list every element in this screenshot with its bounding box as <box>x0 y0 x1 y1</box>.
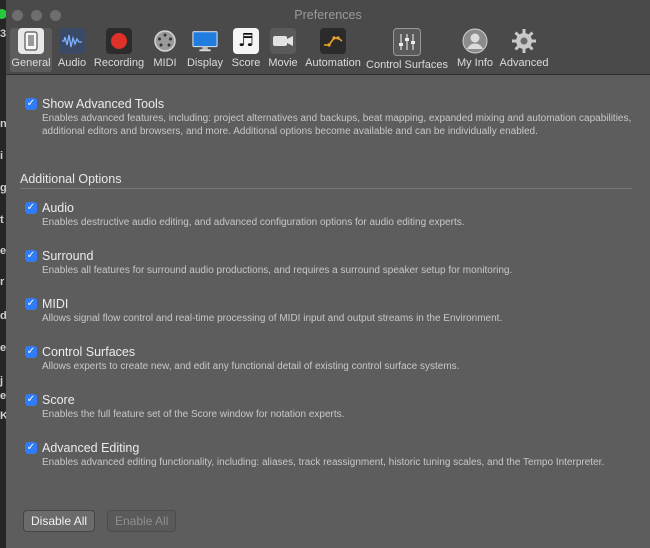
option-description: Allows experts to create new, and edit a… <box>42 361 460 372</box>
control-surfaces-icon <box>393 28 421 56</box>
tab-my-info-label: My Info <box>456 57 494 69</box>
preferences-toolbar: General Audio Recording MIDI Display ♬ S… <box>6 26 650 75</box>
option-description: Enables all features for surround audio … <box>42 265 513 276</box>
tab-midi-label: MIDI <box>153 57 177 69</box>
option-label: Surround <box>42 249 94 263</box>
advanced-preferences-pane: ✓ Show Advanced Tools Enables advanced f… <box>6 75 650 548</box>
background-char: j <box>0 375 4 387</box>
window-title: Preferences <box>294 8 362 22</box>
tab-general[interactable]: General <box>10 28 52 72</box>
tab-recording[interactable]: Recording <box>90 28 148 72</box>
tab-midi[interactable]: MIDI <box>150 28 180 72</box>
disable-all-button[interactable]: Disable All <box>23 510 96 532</box>
option-description: Enables the full feature set of the Scor… <box>42 409 345 420</box>
background-char: i <box>0 150 4 162</box>
tab-display-label: Display <box>186 57 224 69</box>
tab-advanced-label: Advanced <box>499 57 549 69</box>
audio-checkbox[interactable]: ✓ <box>25 202 37 214</box>
additional-options-heading: Additional Options <box>20 172 122 186</box>
display-icon <box>192 28 218 54</box>
enable-all-button[interactable]: Enable All <box>107 510 177 532</box>
score-checkbox[interactable]: ✓ <box>25 394 37 406</box>
tab-recording-label: Recording <box>93 57 145 69</box>
tab-display[interactable]: Display <box>185 28 225 72</box>
midi-checkbox[interactable]: ✓ <box>25 298 37 310</box>
record-icon <box>106 28 132 54</box>
option-description: Enables destructive audio editing, and a… <box>42 217 465 228</box>
option-label: Control Surfaces <box>42 345 136 359</box>
tab-movie-label: Movie <box>268 57 298 69</box>
user-icon <box>462 28 488 54</box>
general-icon <box>18 28 44 54</box>
option-label: Score <box>42 393 75 407</box>
option-description: Allows signal flow control and real-time… <box>42 313 503 324</box>
tab-advanced[interactable]: Advanced <box>498 28 550 72</box>
preferences-window: Preferences General Audio Recording MIDI… <box>6 0 650 548</box>
tab-my-info[interactable]: My Info <box>453 28 497 72</box>
option-label: Advanced Editing <box>42 441 140 455</box>
automation-icon <box>320 28 346 54</box>
score-notes-icon: ♬ <box>233 28 259 54</box>
midi-port-icon <box>152 28 178 54</box>
show-advanced-tools-checkbox[interactable]: ✓ <box>25 98 37 110</box>
tab-automation[interactable]: Automation <box>304 28 362 72</box>
option-description: Enables advanced editing functionality, … <box>42 457 605 468</box>
tab-automation-label: Automation <box>305 57 361 69</box>
option-label: Audio <box>42 201 74 215</box>
background-char: t <box>0 214 4 226</box>
advanced-editing-checkbox[interactable]: ✓ <box>25 442 37 454</box>
option-description: Enables advanced features, including: pr… <box>42 113 632 137</box>
tab-control-surfaces-label: Control Surfaces <box>366 59 448 71</box>
control-surfaces-checkbox[interactable]: ✓ <box>25 346 37 358</box>
tab-score[interactable]: ♬ Score <box>230 28 262 72</box>
gear-icon <box>511 28 537 54</box>
surround-checkbox[interactable]: ✓ <box>25 250 37 262</box>
option-label: MIDI <box>42 297 69 311</box>
option-label: Show Advanced Tools <box>42 97 165 111</box>
tab-control-surfaces[interactable]: Control Surfaces <box>365 28 449 72</box>
section-divider <box>20 188 632 189</box>
tab-movie[interactable]: Movie <box>266 28 300 72</box>
movie-camera-icon <box>270 28 296 54</box>
tab-audio[interactable]: Audio <box>54 28 90 72</box>
tab-general-label: General <box>11 57 51 69</box>
tab-score-label: Score <box>231 57 261 69</box>
audio-waveform-icon <box>59 28 85 54</box>
background-char: r <box>0 276 5 288</box>
tab-audio-label: Audio <box>57 57 87 69</box>
